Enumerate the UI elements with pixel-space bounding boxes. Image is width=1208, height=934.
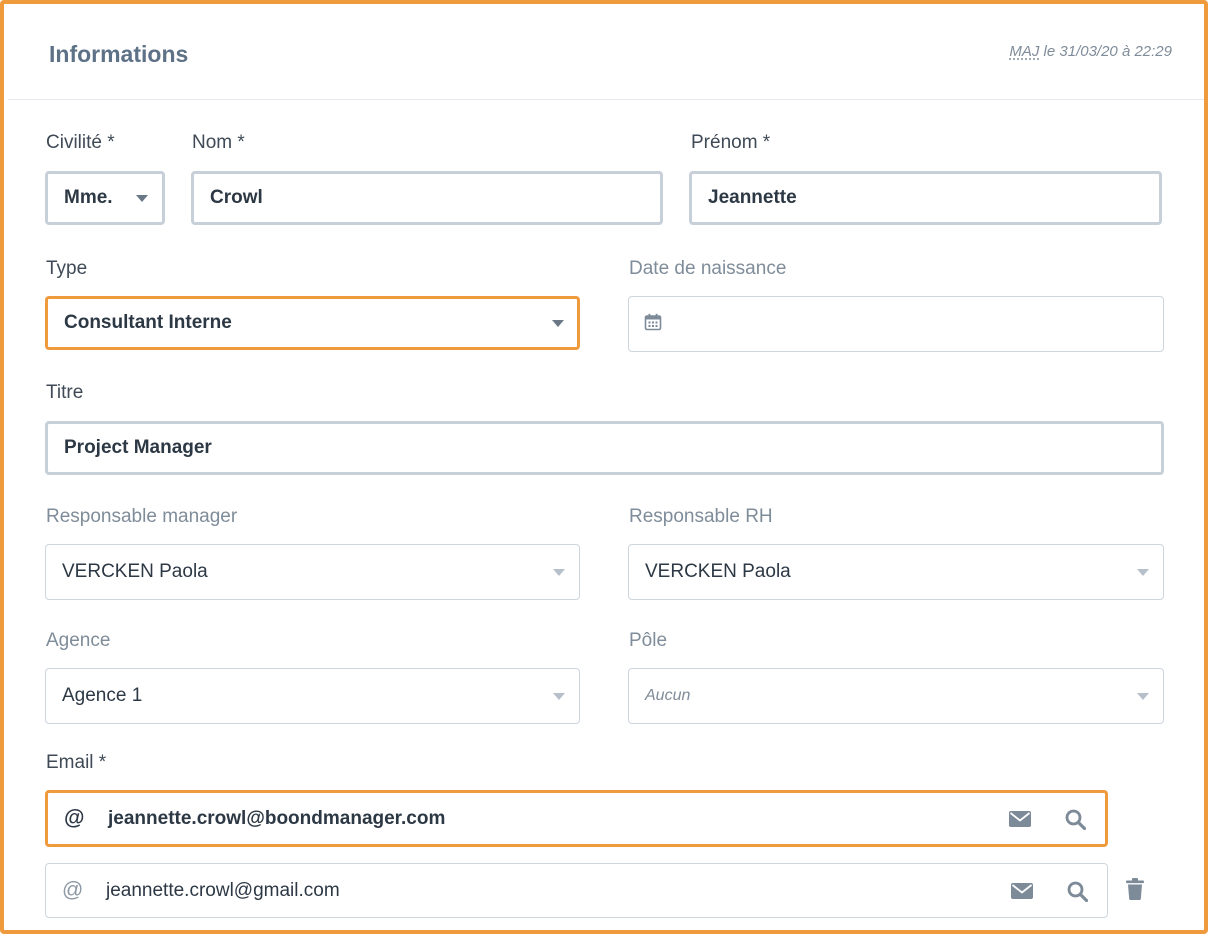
caret-down-icon xyxy=(1137,569,1149,576)
responsable-manager-value: VERCKEN Paola xyxy=(62,561,208,582)
responsable-rh-select[interactable]: VERCKEN Paola xyxy=(628,544,1164,600)
email-input-secondary[interactable]: @ jeannette.crowl@gmail.com xyxy=(45,863,1108,918)
civilite-select[interactable]: Mme. xyxy=(45,171,165,225)
email-input-primary[interactable]: @ jeannette.crowl@boondmanager.com xyxy=(45,790,1108,847)
pole-select[interactable]: Aucun xyxy=(628,668,1164,724)
caret-down-icon xyxy=(1137,693,1149,700)
updated-date: le 31/03/20 à 22:29 xyxy=(1039,43,1172,60)
mail-icon[interactable] xyxy=(1011,882,1033,899)
responsable-rh-label: Responsable RH xyxy=(629,506,773,527)
agence-select[interactable]: Agence 1 xyxy=(45,668,580,724)
at-icon: @ xyxy=(62,878,84,902)
mail-icon[interactable] xyxy=(1009,810,1031,827)
date-naissance-label: Date de naissance xyxy=(629,258,787,279)
titre-input[interactable]: Project Manager xyxy=(45,421,1164,475)
caret-down-icon xyxy=(553,693,565,700)
updated-abbr: MAJ xyxy=(1009,43,1040,60)
agence-label: Agence xyxy=(46,630,111,651)
nom-input[interactable]: Crowl xyxy=(191,171,663,225)
search-icon[interactable] xyxy=(1067,881,1088,902)
responsable-rh-value: VERCKEN Paola xyxy=(645,561,791,582)
type-select[interactable]: Consultant Interne xyxy=(45,296,580,350)
panel-header: Informations MAJ le 31/03/20 à 22:29 xyxy=(8,8,1204,100)
email-value: jeannette.crowl@gmail.com xyxy=(106,879,340,901)
caret-down-icon xyxy=(553,569,565,576)
pole-label: Pôle xyxy=(629,630,668,651)
calendar-icon xyxy=(644,313,662,331)
type-label: Type xyxy=(46,258,88,279)
agence-value: Agence 1 xyxy=(62,685,143,706)
nom-value: Crowl xyxy=(210,187,263,208)
at-icon: @ xyxy=(64,806,85,830)
last-updated: MAJ le 31/03/20 à 22:29 xyxy=(1009,43,1172,60)
trash-icon[interactable] xyxy=(1126,878,1144,900)
caret-down-icon xyxy=(136,195,148,202)
email-label: Email * xyxy=(46,752,107,773)
panel-title: Informations xyxy=(49,41,189,67)
responsable-manager-label: Responsable manager xyxy=(46,506,238,527)
titre-value: Project Manager xyxy=(64,437,212,458)
date-naissance-input[interactable] xyxy=(628,296,1164,352)
civilite-label: Civilité * xyxy=(46,132,115,153)
search-icon[interactable] xyxy=(1065,809,1086,830)
caret-down-icon xyxy=(552,320,564,327)
pole-placeholder: Aucun xyxy=(645,687,691,704)
titre-label: Titre xyxy=(46,382,84,403)
email-value: jeannette.crowl@boondmanager.com xyxy=(108,807,446,829)
prenom-label: Prénom * xyxy=(691,132,771,153)
responsable-manager-select[interactable]: VERCKEN Paola xyxy=(45,544,580,600)
civilite-value: Mme. xyxy=(64,187,113,208)
prenom-value: Jeannette xyxy=(708,187,797,208)
nom-label: Nom * xyxy=(192,132,245,153)
type-value: Consultant Interne xyxy=(64,312,232,333)
prenom-input[interactable]: Jeannette xyxy=(689,171,1162,225)
